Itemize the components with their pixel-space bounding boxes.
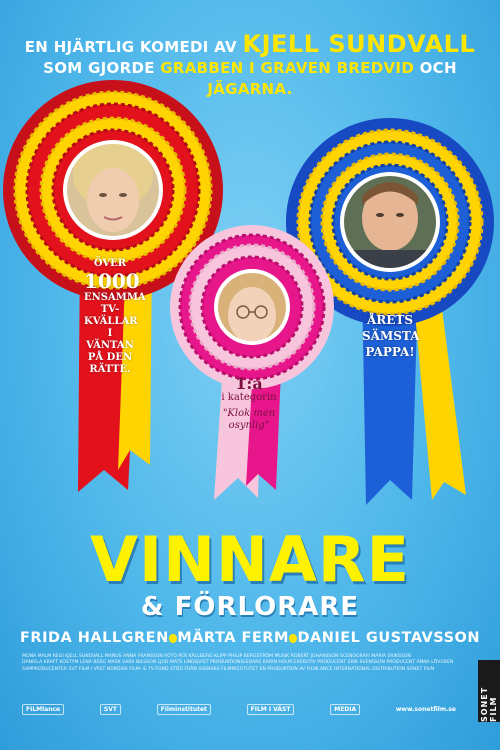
credits-block: MONA MALM REGI KJELL SUNDVALL MANUS ANNA… [22, 654, 456, 673]
distributor-logo: SONET FILM [478, 660, 500, 722]
cast-member: FRIDA HALLGREN [20, 630, 169, 646]
pink-ribbon-text: 1:a i kategorin "Klok men osynlig" [220, 374, 278, 432]
cast-member: DANIEL GUSTAVSSON [297, 630, 480, 646]
sponsor-logo: SVT [99, 704, 121, 715]
movie-poster: EN HJÄRTLIG KOMEDI AV KJELL SUNDVALL SOM… [0, 0, 500, 750]
credits-line: SAMPRODUCENTER SVT FILM I VÄST NORDISK F… [22, 666, 435, 672]
blue-ribbon-line: PAPPA! [365, 345, 415, 359]
red-ribbon-line: TV-KVÄLLAR [84, 304, 138, 327]
movie-subtitle: & FÖRLORARE [140, 592, 360, 622]
sponsor-logo: Filminstitutet [156, 704, 211, 715]
sponsor-logo: MEDIA [330, 704, 361, 715]
movie-title: VINNARE [90, 523, 410, 596]
separator-dot [288, 633, 298, 643]
website-text: www.sonetfilm.se [395, 706, 456, 713]
pink-ribbon-line: i kategorin [221, 392, 277, 403]
blue-ribbon-line: ÅRETS [366, 313, 414, 327]
cast-member: MÄRTA FERM [177, 630, 289, 646]
pink-rosette [170, 225, 334, 389]
sponsor-logo: FILM I VÄST [246, 704, 295, 715]
sponsor-logos: FILMlance SVT Filminstitutet FILM I VÄST… [22, 704, 456, 715]
cast-list: FRIDA HALLGREN MÄRTA FERM DANIEL GUSTAVS… [20, 630, 480, 646]
sponsor-logo: FILMlance [22, 704, 65, 715]
red-ribbon-line: ENSAMMA [84, 292, 146, 303]
separator-dot [168, 633, 178, 643]
red-ribbon-text: ÖVER 1000 ENSAMMA TV-KVÄLLAR I VÄNTAN PÅ… [84, 258, 146, 376]
red-ribbon-number: 1000 [84, 269, 140, 293]
blue-ribbon-text: ÅRETS SÄMSTA PAPPA! [362, 312, 420, 360]
blue-ribbon-line: SÄMSTA [362, 329, 420, 343]
red-ribbon-line: PÅ DEN [87, 352, 133, 363]
red-ribbon-line: RÄTTE. [89, 364, 131, 375]
pink-ribbon-quote: "Klok men osynlig" [222, 408, 276, 431]
credits-line: DANIELA KRAFT KOSTYM LENA BERG MASK SARA… [22, 660, 454, 666]
red-ribbon-line: I VÄNTAN [86, 328, 134, 351]
pink-ribbon-rank: 1:a [235, 374, 263, 393]
